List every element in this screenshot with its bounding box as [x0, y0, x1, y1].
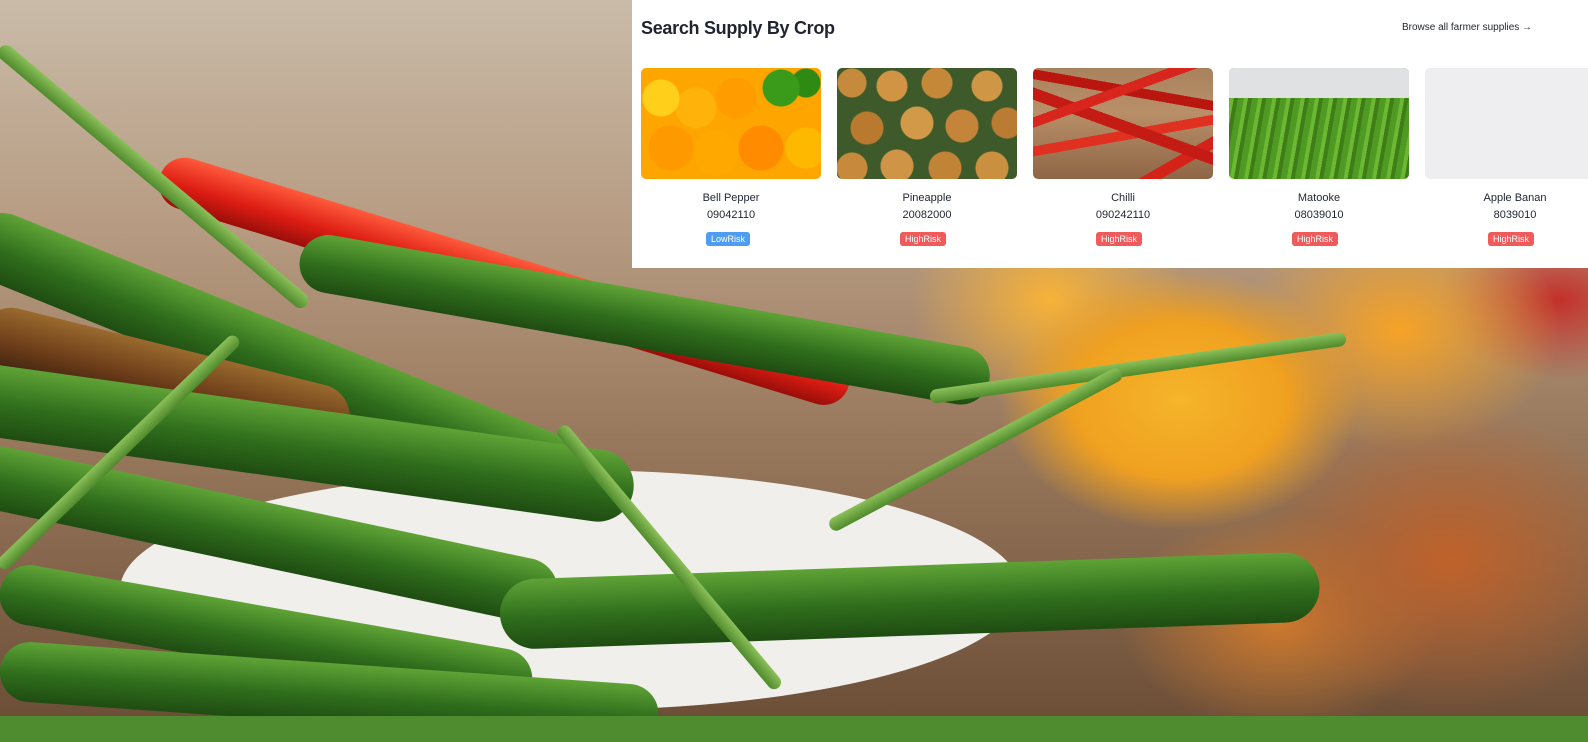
- crop-card-apple-banana[interactable]: Apple Banan 8039010 HighRisk: [1425, 68, 1588, 248]
- crop-card-pineapple[interactable]: Pineapple 20082000 HighRisk: [837, 68, 1017, 248]
- browse-all-supplies-link[interactable]: Browse all farmer supplies →: [1402, 22, 1532, 33]
- crop-name: Pineapple: [902, 192, 952, 204]
- crop-card-chilli[interactable]: Chilli 090242110 HighRisk: [1033, 68, 1213, 248]
- image-background: [1229, 68, 1409, 98]
- apple-banana-image: [1425, 68, 1588, 179]
- crop-card-list: Bell Pepper 09042110 LowRisk Pineapple 2…: [641, 68, 1588, 258]
- risk-badge: LowRisk: [706, 232, 751, 246]
- crop-name: Bell Pepper: [702, 192, 760, 204]
- crop-card-matooke[interactable]: Matooke 08039010 HighRisk: [1229, 68, 1409, 248]
- crop-code: 8039010: [1493, 209, 1537, 221]
- crop-code: 08039010: [1294, 209, 1344, 221]
- banana-shape: [1500, 99, 1588, 179]
- bell-pepper-image: [641, 68, 821, 179]
- matooke-image: [1229, 68, 1409, 179]
- pepper-stem: [929, 331, 1347, 404]
- crop-name: Chilli: [1111, 192, 1135, 204]
- risk-badge: HighRisk: [1488, 232, 1535, 246]
- risk-badge: HighRisk: [1096, 232, 1143, 246]
- panel-title: Search Supply By Crop: [641, 18, 835, 38]
- chilli-image: [1033, 68, 1213, 179]
- pineapple-image: [837, 68, 1017, 179]
- search-supply-panel: Search Supply By Crop Browse all farmer …: [632, 0, 1588, 268]
- risk-badge: HighRisk: [900, 232, 947, 246]
- footer-bar: [0, 716, 1588, 742]
- crop-code: 09042110: [706, 209, 756, 221]
- crop-code: 090242110: [1095, 209, 1151, 221]
- crop-name: Matooke: [1297, 192, 1341, 204]
- crop-card-bell-pepper[interactable]: Bell Pepper 09042110 LowRisk: [641, 68, 821, 248]
- crop-name: Apple Banan: [1483, 192, 1547, 204]
- crop-code: 20082000: [902, 209, 952, 221]
- risk-badge: HighRisk: [1292, 232, 1339, 246]
